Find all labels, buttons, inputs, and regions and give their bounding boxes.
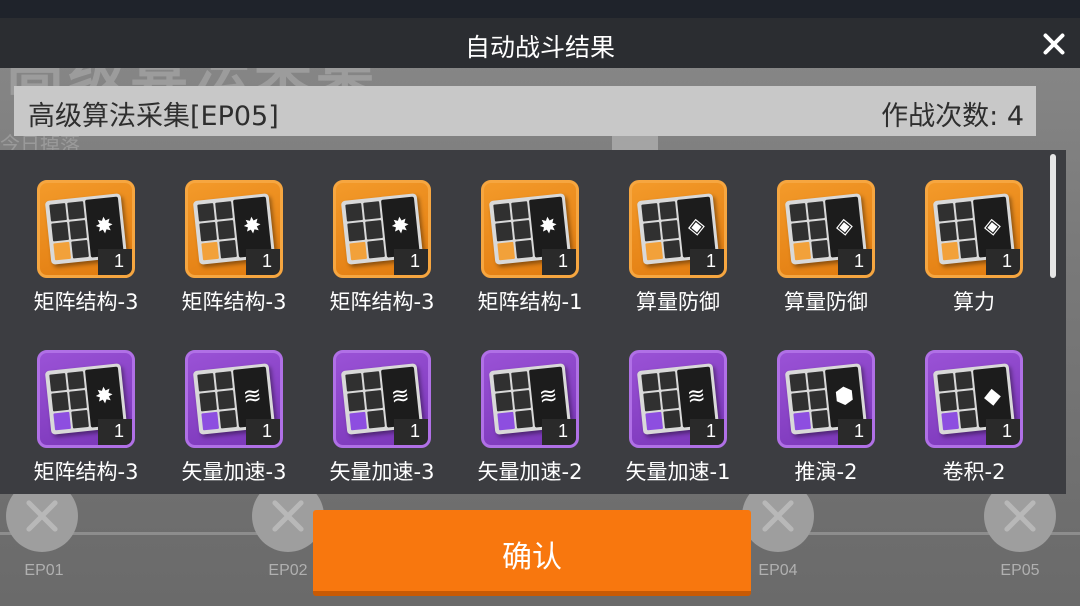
algorithm-card-icon: ◈ 1 bbox=[777, 180, 875, 278]
dialog-header: 自动战斗结果 bbox=[0, 18, 1080, 68]
close-icon[interactable] bbox=[1034, 24, 1074, 64]
stage-name: 高级算法采集[EP05] bbox=[28, 101, 279, 132]
reward-item[interactable]: ≋ 1 矢量加速-2 bbox=[456, 350, 604, 500]
reward-item[interactable]: ◆ 1 卷积-2 bbox=[900, 350, 1048, 500]
item-name: 算量防御 bbox=[784, 290, 868, 314]
algorithm-card-icon: ✸ 1 bbox=[37, 350, 135, 448]
scrollbar[interactable] bbox=[1050, 154, 1058, 490]
ep-label: EP01 bbox=[24, 562, 64, 579]
algorithm-card-icon: ≋ 1 bbox=[481, 350, 579, 448]
algorithm-card-icon: ≋ 1 bbox=[333, 350, 431, 448]
item-count: 1 bbox=[246, 249, 280, 275]
item-name: 矢量加速-3 bbox=[181, 460, 287, 484]
reward-item[interactable]: ✸ 1 矩阵结构-3 bbox=[12, 350, 160, 500]
reward-item[interactable]: ◈ 1 算量防御 bbox=[604, 180, 752, 330]
reward-item[interactable]: ◈ 1 算量防御 bbox=[752, 180, 900, 330]
item-count: 1 bbox=[246, 419, 280, 445]
reward-item[interactable]: ✸ 1 矩阵结构-3 bbox=[160, 180, 308, 330]
item-count: 1 bbox=[986, 249, 1020, 275]
item-count: 1 bbox=[690, 419, 724, 445]
ep-label: EP05 bbox=[1000, 562, 1040, 579]
item-name: 矩阵结构-3 bbox=[33, 460, 139, 484]
item-name: 矩阵结构-3 bbox=[181, 290, 287, 314]
algorithm-card-icon: ◈ 1 bbox=[925, 180, 1023, 278]
algorithm-card-icon: ✸ 1 bbox=[185, 180, 283, 278]
item-name: 算力 bbox=[953, 290, 995, 314]
top-strip bbox=[0, 0, 1080, 18]
item-count: 1 bbox=[838, 249, 872, 275]
item-name: 矩阵结构-3 bbox=[329, 290, 435, 314]
reward-item[interactable]: ◈ 1 算力 bbox=[900, 180, 1048, 330]
item-name: 矩阵结构-1 bbox=[477, 290, 583, 314]
item-count: 1 bbox=[542, 419, 576, 445]
stage-info-bar: 高级算法采集[EP05] 作战次数: 4 bbox=[14, 86, 1036, 136]
reward-item[interactable]: ≋ 1 矢量加速-3 bbox=[160, 350, 308, 500]
item-name: 卷积-2 bbox=[942, 460, 1006, 484]
item-count: 1 bbox=[98, 249, 132, 275]
item-count: 1 bbox=[690, 249, 724, 275]
algorithm-card-icon: ≋ 1 bbox=[629, 350, 727, 448]
scrollbar-thumb[interactable] bbox=[1050, 154, 1056, 278]
item-count: 1 bbox=[986, 419, 1020, 445]
reward-item[interactable]: ≋ 1 矢量加速-3 bbox=[308, 350, 456, 500]
reward-item[interactable]: ⬢ 1 推演-2 bbox=[752, 350, 900, 500]
item-count: 1 bbox=[542, 249, 576, 275]
item-count: 1 bbox=[98, 419, 132, 445]
confirm-label: 确认 bbox=[502, 540, 562, 575]
item-name: 推演-2 bbox=[794, 460, 858, 484]
item-name: 矢量加速-3 bbox=[329, 460, 435, 484]
item-count: 1 bbox=[394, 249, 428, 275]
algorithm-card-icon: ✸ 1 bbox=[333, 180, 431, 278]
reward-item[interactable]: ✸ 1 矩阵结构-3 bbox=[308, 180, 456, 330]
item-name: 矢量加速-2 bbox=[477, 460, 583, 484]
dialog-title: 自动战斗结果 bbox=[464, 33, 615, 62]
algorithm-card-icon: ✸ 1 bbox=[37, 180, 135, 278]
confirm-button[interactable]: 确认 bbox=[313, 510, 751, 596]
item-name: 矩阵结构-3 bbox=[33, 290, 139, 314]
item-name: 算量防御 bbox=[636, 290, 720, 314]
battle-count: 作战次数: 4 bbox=[881, 101, 1024, 132]
item-count: 1 bbox=[394, 419, 428, 445]
reward-item[interactable]: ✸ 1 矩阵结构-1 bbox=[456, 180, 604, 330]
item-count: 1 bbox=[838, 419, 872, 445]
item-name: 矢量加速-1 bbox=[625, 460, 731, 484]
algorithm-card-icon: ◆ 1 bbox=[925, 350, 1023, 448]
algorithm-card-icon: ◈ 1 bbox=[629, 180, 727, 278]
algorithm-card-icon: ✸ 1 bbox=[481, 180, 579, 278]
reward-item[interactable]: ✸ 1 矩阵结构-3 bbox=[12, 180, 160, 330]
algorithm-card-icon: ≋ 1 bbox=[185, 350, 283, 448]
algorithm-card-icon: ⬢ 1 bbox=[777, 350, 875, 448]
reward-item[interactable]: ≋ 1 矢量加速-1 bbox=[604, 350, 752, 500]
